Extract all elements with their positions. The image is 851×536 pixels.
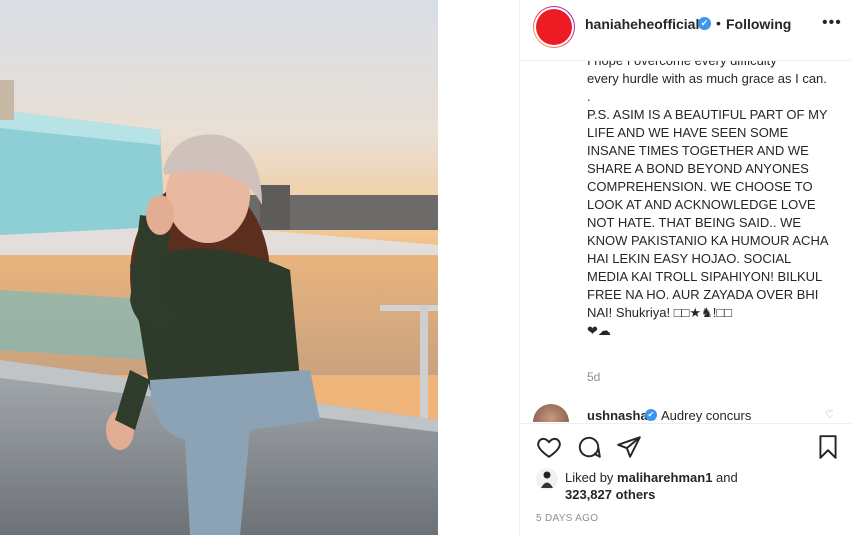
- username-link[interactable]: haniaheheofficial: [585, 16, 699, 32]
- likes-summary: Liked by maliharehman1 and 323,827 other…: [565, 469, 825, 503]
- action-bar: Liked by maliharehman1 and 323,827 other…: [520, 423, 851, 536]
- likes-count-link[interactable]: 323,827 others: [565, 487, 655, 502]
- bookmark-icon[interactable]: [815, 434, 841, 460]
- comment-verified-badge-icon: ✔: [645, 409, 657, 421]
- liker-username[interactable]: maliharehman1: [617, 470, 712, 485]
- caption-emoji-tail: ❤︎☁: [587, 323, 611, 338]
- verified-badge-icon: ✔: [698, 17, 711, 30]
- photo-gutter: [438, 0, 519, 535]
- comment-icon[interactable]: [576, 434, 602, 460]
- post-header: haniaheheofficial ✔ • Following •••: [520, 0, 851, 61]
- likes-prefix: Liked by: [565, 470, 618, 485]
- comment-text: Audrey concurs: [661, 408, 752, 422]
- avatar[interactable]: [536, 9, 572, 45]
- post-age[interactable]: 5d: [587, 370, 600, 384]
- caption-dot: .: [587, 89, 591, 104]
- comment-row: ushnashah ✔ Audrey concurs ♡: [533, 404, 833, 422]
- story-ring[interactable]: [533, 6, 575, 48]
- more-options-icon[interactable]: •••: [822, 14, 842, 32]
- post-timestamp[interactable]: 5 DAYS AGO: [536, 513, 598, 524]
- separator-dot: •: [716, 15, 721, 31]
- caption-line-1: every hurdle with as much grace as I can…: [587, 71, 827, 86]
- post-photo-illustration: [0, 0, 438, 535]
- post-photo[interactable]: [0, 0, 438, 535]
- likes-middle: and: [712, 470, 738, 485]
- following-button[interactable]: Following: [726, 16, 791, 32]
- liker-avatar[interactable]: [536, 468, 558, 490]
- post-caption: I hope I overcome every difficulty every…: [587, 53, 832, 340]
- comment-like-icon[interactable]: ♡: [825, 408, 833, 421]
- comment-avatar[interactable]: [533, 404, 569, 422]
- post-side-panel: haniaheheofficial ✔ • Following ••• I ho…: [519, 0, 851, 536]
- share-icon[interactable]: [616, 434, 642, 460]
- heart-icon[interactable]: [536, 434, 562, 460]
- caption-body: P.S. ASIM IS A BEAUTIFUL PART OF MY LIFE…: [587, 107, 828, 320]
